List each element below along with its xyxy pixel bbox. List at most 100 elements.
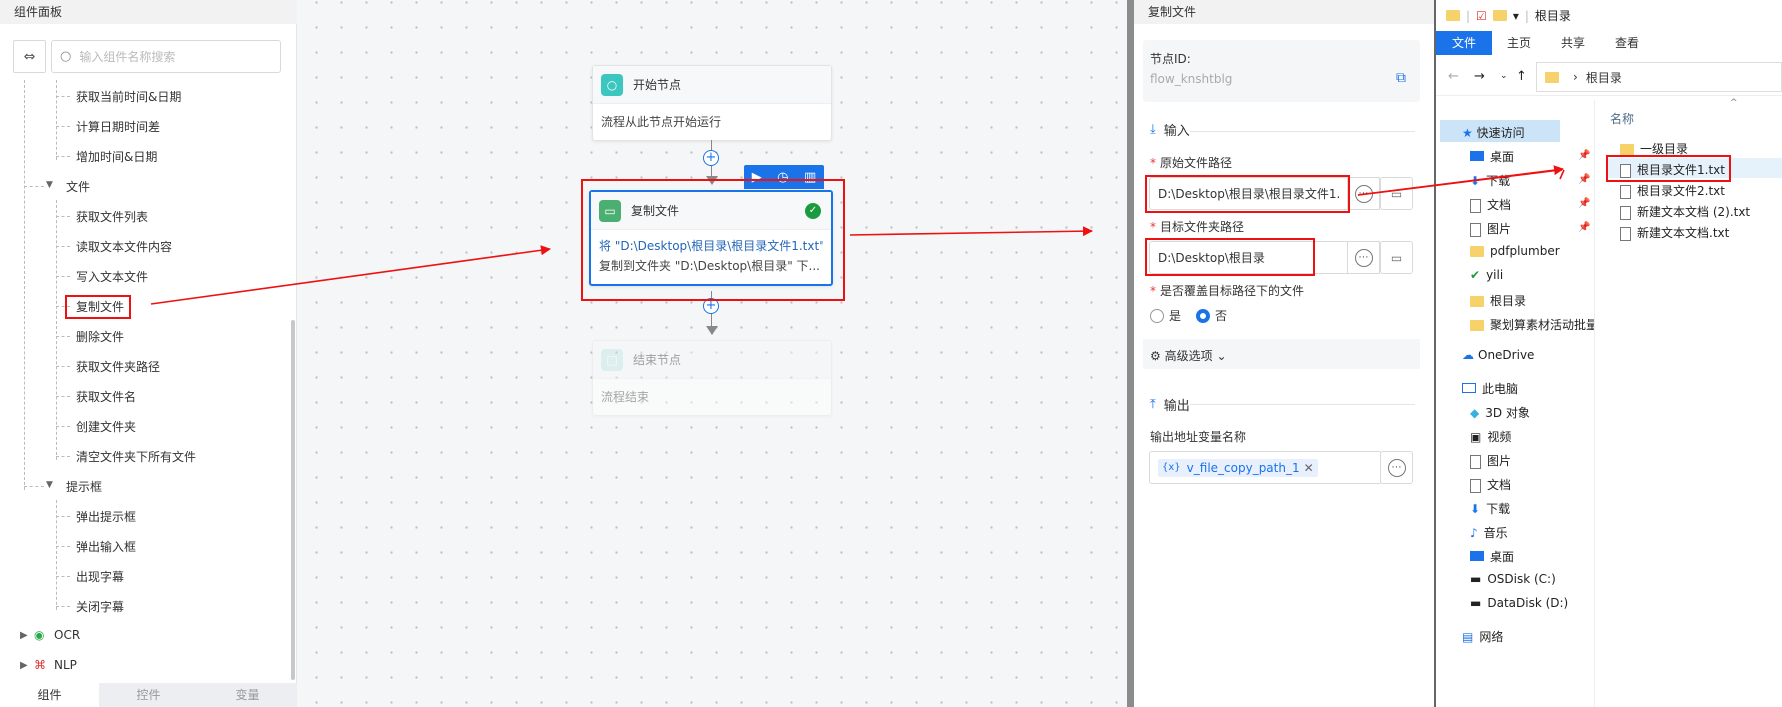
run-icon[interactable]: ▶: [752, 170, 762, 185]
output-variable-button[interactable]: ⋯: [1380, 451, 1413, 484]
nav-item[interactable]: 桌面: [1470, 148, 1514, 165]
tree-item[interactable]: 出现字幕: [76, 568, 124, 585]
nav-item[interactable]: ▣ 视频: [1470, 428, 1511, 445]
radio-no[interactable]: 否: [1196, 307, 1227, 324]
tree-group-file[interactable]: 文件: [66, 178, 90, 195]
pane-divider: [1594, 100, 1595, 707]
download-icon: ⬇: [1470, 174, 1481, 188]
chevron-right-icon[interactable]: ▶: [20, 660, 28, 671]
tree-item[interactable]: 增加时间&日期: [76, 148, 157, 165]
tree-item[interactable]: 清空文件夹下所有文件: [76, 448, 196, 465]
tree-item[interactable]: 弹出输入框: [76, 538, 136, 555]
tab-controls[interactable]: 控件: [99, 683, 198, 707]
network-icon: ▤: [1462, 630, 1474, 644]
ribbon-tab-view[interactable]: 查看: [1600, 31, 1654, 55]
tree-item[interactable]: 删除文件: [76, 328, 124, 345]
target-path-label: * 目标文件夹路径: [1150, 220, 1245, 234]
copy-icon[interactable]: ⧉: [1396, 70, 1406, 86]
nav-item[interactable]: 文档: [1470, 476, 1511, 493]
column-header-name[interactable]: 名称: [1610, 110, 1634, 127]
tree-item[interactable]: 读取文本文件内容: [76, 238, 172, 255]
target-path-input[interactable]: D:\Desktop\根目录: [1149, 241, 1349, 274]
variable-icon: {x}: [1162, 462, 1181, 473]
file-row[interactable]: 一级目录: [1620, 140, 1688, 157]
pin-icon: 📌: [1578, 174, 1591, 185]
tree-item[interactable]: 获取文件名: [76, 388, 136, 405]
scrollbar[interactable]: [291, 320, 295, 680]
tree-item[interactable]: 写入文本文件: [76, 268, 148, 285]
panel-splitter[interactable]: [1127, 0, 1134, 707]
nav-item[interactable]: ✔ yili: [1470, 268, 1503, 282]
end-node[interactable]: □ 结束节点 流程结束: [592, 340, 832, 416]
tree-item[interactable]: 获取当前时间&日期: [76, 88, 181, 105]
nav-item[interactable]: ▬ DataDisk (D:): [1470, 596, 1568, 610]
nav-item[interactable]: 聚划算素材活动批量: [1470, 316, 1594, 333]
target-variable-button[interactable]: ⋯: [1347, 241, 1380, 274]
nav-item[interactable]: 图片: [1470, 220, 1511, 237]
output-var-input[interactable]: {x} v_file_copy_path_1 ✕: [1149, 451, 1382, 484]
chevron-down-icon[interactable]: ▼: [46, 180, 53, 190]
nav-onedrive[interactable]: ☁ OneDrive: [1462, 348, 1534, 362]
nav-item[interactable]: 图片: [1470, 452, 1511, 469]
source-path-input[interactable]: D:\Desktop\根目录\根目录文件1.: [1149, 177, 1349, 210]
tree-item[interactable]: 获取文件夹路径: [76, 358, 160, 375]
add-node-icon[interactable]: +: [703, 298, 719, 314]
new-folder-icon[interactable]: [1492, 10, 1507, 21]
nav-network[interactable]: ▤ 网络: [1462, 628, 1503, 645]
nav-quick-access[interactable]: ★ 快速访问: [1462, 124, 1525, 141]
ribbon-tab-share[interactable]: 共享: [1546, 31, 1600, 55]
target-browse-button[interactable]: ▭: [1380, 241, 1413, 274]
ribbon-tab-file[interactable]: 文件: [1436, 31, 1492, 55]
nav-item[interactable]: 桌面: [1470, 548, 1514, 565]
nav-item[interactable]: ▬ OSDisk (C:): [1470, 572, 1556, 586]
nav-item[interactable]: 根目录: [1470, 292, 1526, 309]
nav-item[interactable]: 文档: [1470, 196, 1511, 213]
tab-variables[interactable]: 变量: [198, 683, 297, 707]
properties-icon[interactable]: ☑: [1476, 9, 1487, 23]
nav-item[interactable]: ⬇ 下载: [1470, 500, 1510, 517]
file-row[interactable]: 新建文本文档 (2).txt: [1620, 203, 1750, 220]
delete-icon[interactable]: ▥: [804, 170, 816, 185]
address-bar[interactable]: › 根目录: [1536, 62, 1782, 92]
chevron-down-icon[interactable]: ⌄: [1500, 71, 1508, 81]
sort-icon: ^: [1730, 98, 1738, 108]
ribbon-tab-home[interactable]: 主页: [1492, 31, 1546, 55]
tree-item[interactable]: 创建文件夹: [76, 418, 136, 435]
nav-this-pc[interactable]: 此电脑: [1462, 380, 1518, 397]
tree-group-dialog[interactable]: 提示框: [66, 478, 102, 495]
nav-item[interactable]: pdfplumber: [1470, 244, 1560, 258]
tree-item-copy-file[interactable]: 复制文件: [76, 298, 124, 315]
tree-group-ocr[interactable]: OCR: [54, 628, 80, 642]
filter-toggle-button[interactable]: ⇔: [13, 40, 46, 73]
tree-item[interactable]: 关闭字幕: [76, 598, 124, 615]
add-node-icon[interactable]: +: [703, 150, 719, 166]
nav-item[interactable]: ◆ 3D 对象: [1470, 404, 1530, 421]
dropdown-icon[interactable]: ▾: [1513, 9, 1519, 23]
forward-icon[interactable]: →: [1474, 69, 1485, 84]
tab-components[interactable]: 组件: [0, 683, 99, 707]
radio-yes[interactable]: 是: [1150, 307, 1181, 324]
back-icon[interactable]: ←: [1448, 69, 1459, 84]
up-icon[interactable]: ↑: [1516, 69, 1527, 84]
start-node[interactable]: ○ 开始节点 流程从此节点开始运行: [592, 65, 832, 141]
debug-icon[interactable]: ◷: [777, 170, 788, 185]
advanced-options-toggle[interactable]: ⚙ 高级选项 ⌄: [1150, 347, 1227, 364]
source-variable-button[interactable]: ⋯: [1347, 177, 1380, 210]
tree-item[interactable]: 计算日期时间差: [76, 118, 160, 135]
nav-item[interactable]: ♪ 音乐: [1470, 524, 1508, 541]
file-row[interactable]: 根目录文件2.txt: [1620, 182, 1725, 199]
chevron-right-icon[interactable]: ▶: [20, 630, 28, 641]
source-browse-button[interactable]: ▭: [1380, 177, 1413, 210]
eye-icon: ◉: [34, 628, 45, 642]
tree-group-nlp[interactable]: NLP: [54, 658, 77, 672]
search-input[interactable]: ○ 输入组件名称搜索: [51, 40, 281, 73]
file-row[interactable]: 新建文本文档.txt: [1620, 224, 1729, 241]
copy-file-node[interactable]: ▭ 复制文件 ✓ 将 "D:\Desktop\根目录\根目录文件1.txt" 复制…: [589, 190, 833, 286]
file-row-selected[interactable]: 根目录文件1.txt: [1620, 161, 1725, 178]
output-section-title: ⤒ 输出: [1150, 397, 1190, 414]
close-icon[interactable]: ✕: [1304, 461, 1314, 475]
tree-item[interactable]: 获取文件列表: [76, 208, 148, 225]
nav-item[interactable]: ⬇ 下载: [1470, 172, 1510, 189]
tree-item[interactable]: 弹出提示框: [76, 508, 136, 525]
chevron-down-icon[interactable]: ▼: [46, 480, 53, 490]
